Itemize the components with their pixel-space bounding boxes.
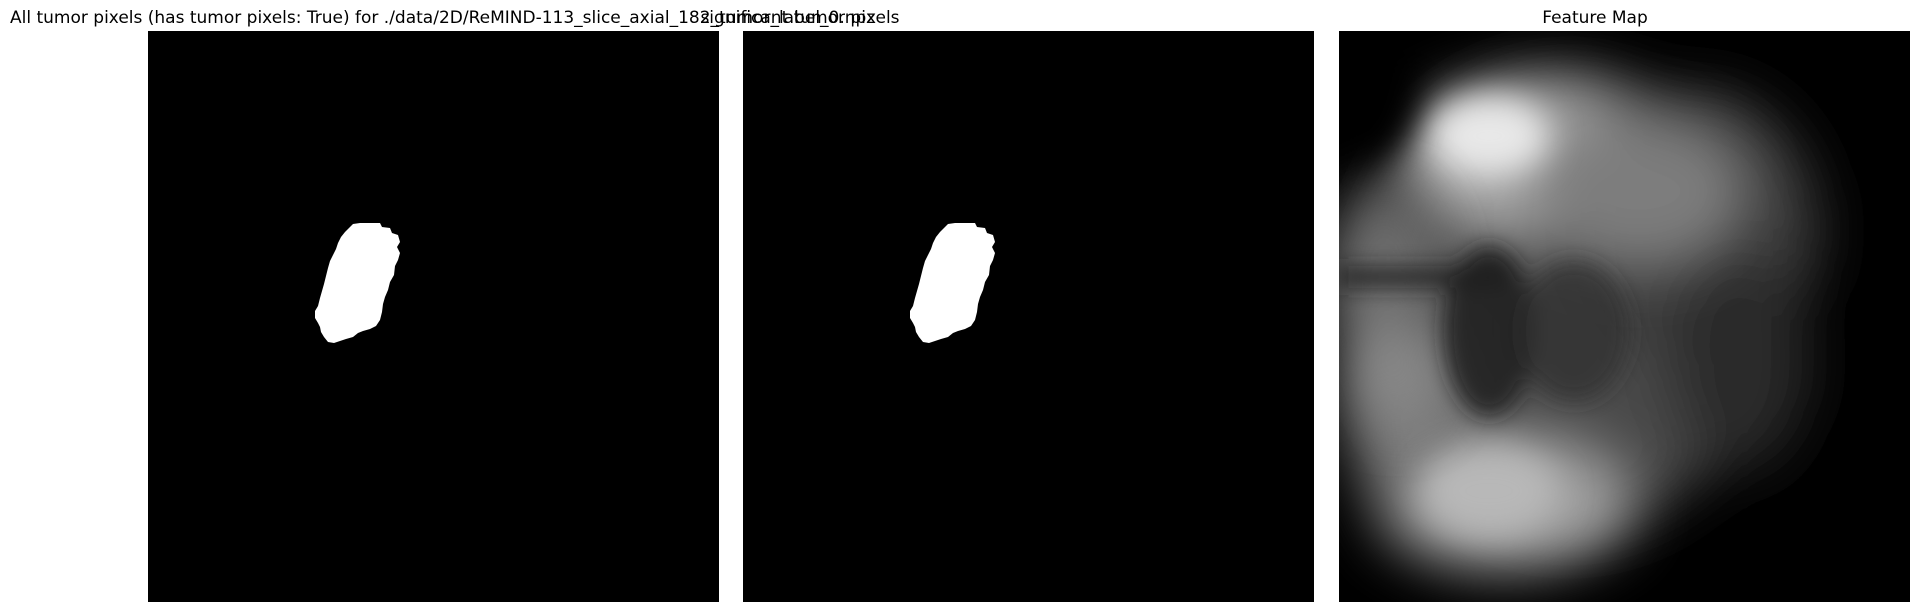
- significant-mask-graphic: [743, 31, 1314, 602]
- feature-map-graphic: [1339, 31, 1910, 602]
- panel-title-feature-map: Feature Map: [1542, 8, 1648, 28]
- mask-background: [148, 31, 719, 602]
- feature-map-upper-peak: [1429, 96, 1549, 176]
- significant-tumor-pixels-image: [743, 31, 1314, 602]
- all-tumor-pixels-image: [148, 31, 719, 602]
- feature-map-left-region: [1339, 186, 1439, 421]
- feature-map-image: [1339, 31, 1910, 602]
- panel-title-significant-tumor-pixels: significant tumor pixels: [700, 8, 900, 28]
- tumor-mask-graphic: [148, 31, 719, 602]
- mask-background: [743, 31, 1314, 602]
- feature-map-lower-peak: [1419, 446, 1559, 536]
